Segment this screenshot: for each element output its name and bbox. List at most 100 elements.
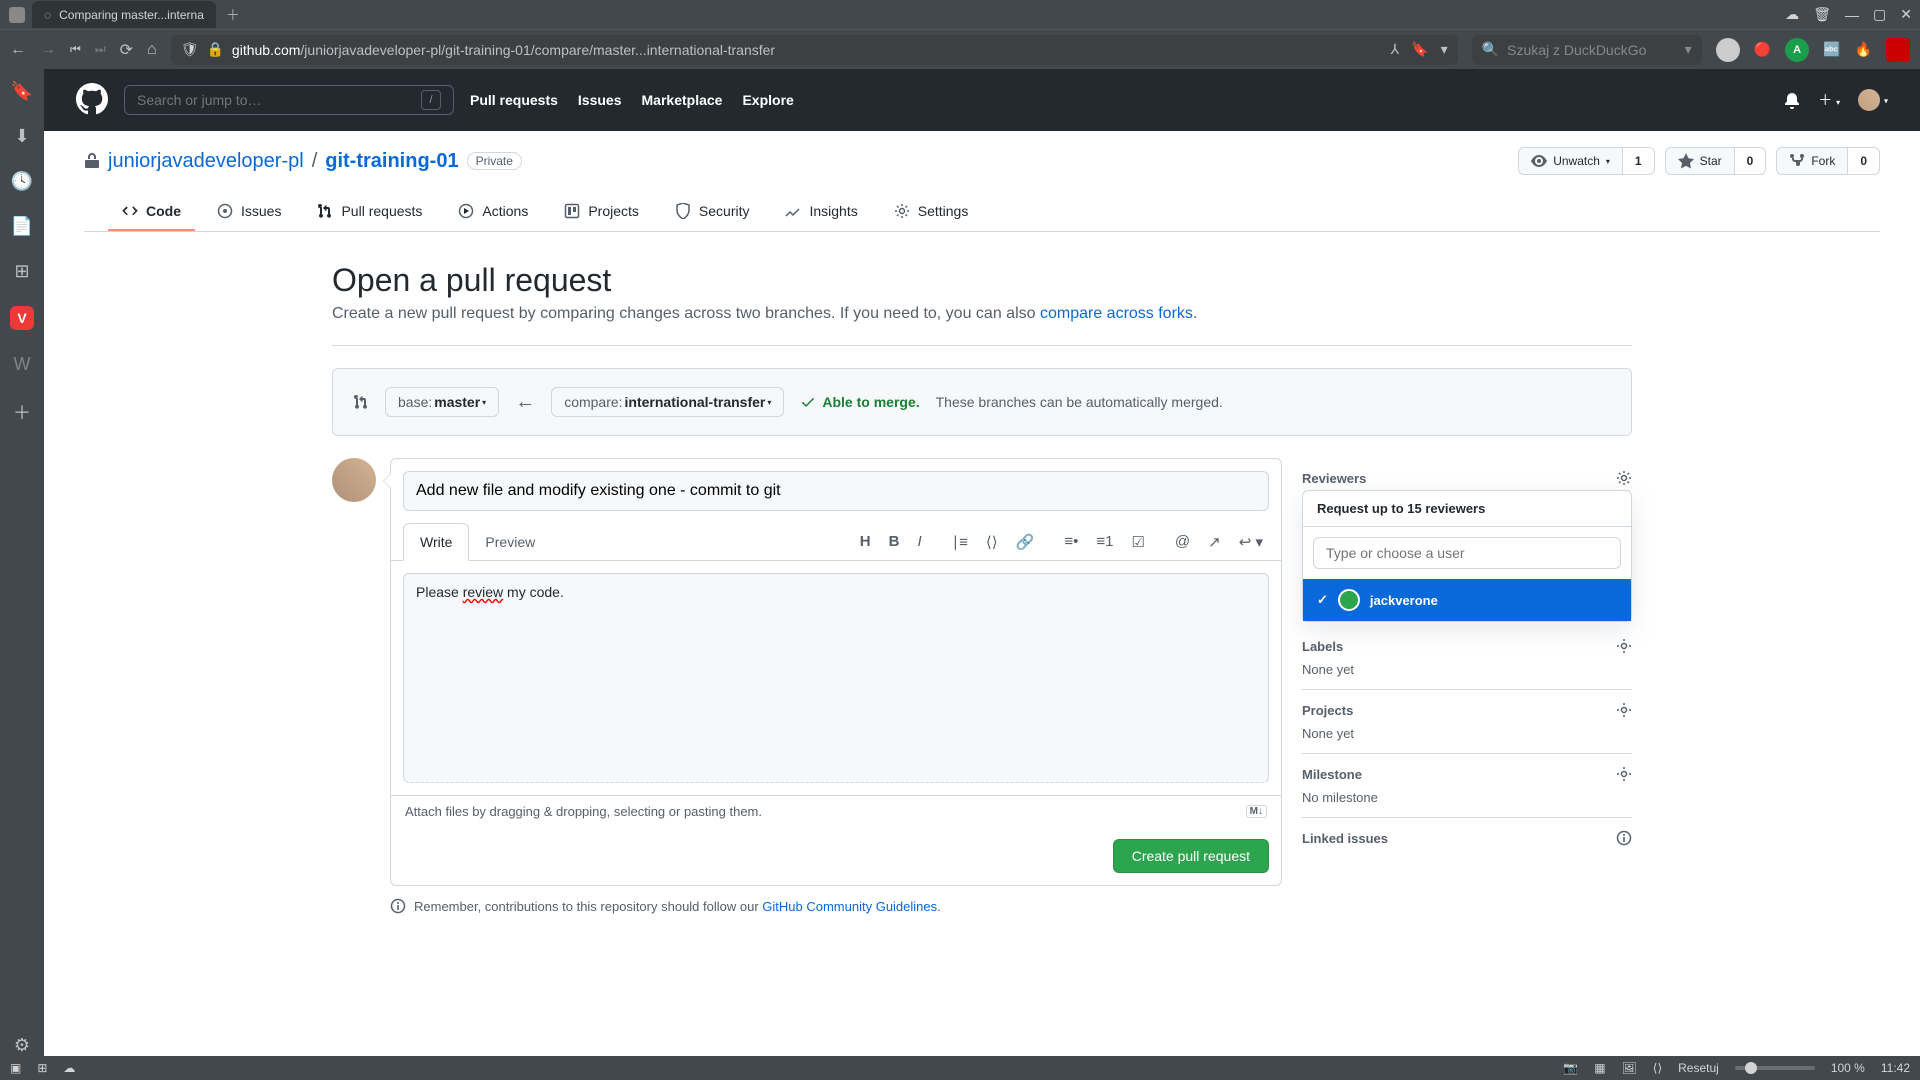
create-pr-button[interactable]: Create pull request (1113, 839, 1269, 873)
cloud-icon[interactable]: ☁ (1785, 6, 1799, 23)
panel-toggle-icon[interactable]: ▣ (10, 1061, 21, 1075)
tab-actions[interactable]: Actions (444, 193, 542, 231)
extension-icon[interactable]: 🔥 (1855, 41, 1872, 58)
extension-icon[interactable] (1886, 38, 1910, 62)
minimize-icon[interactable]: — (1845, 7, 1859, 23)
number-list-icon[interactable]: ≡1 (1096, 533, 1113, 551)
reply-icon[interactable]: ↩ ▾ (1239, 533, 1263, 551)
tab-code[interactable]: Code (108, 193, 195, 231)
settings-icon[interactable]: ⚙ (14, 1035, 30, 1056)
guidelines-link[interactable]: GitHub Community Guidelines (762, 899, 937, 914)
attach-hint[interactable]: Attach files by dragging & dropping, sel… (391, 795, 1281, 827)
github-search[interactable]: / (124, 85, 454, 115)
history-icon[interactable]: 🕓 (11, 171, 33, 192)
github-search-input[interactable] (137, 92, 421, 108)
labels-header[interactable]: Labels (1302, 638, 1632, 654)
star-button[interactable]: Star (1665, 147, 1735, 175)
profile-icon[interactable] (1716, 38, 1740, 62)
reviewer-option[interactable]: ✓ jackverone (1303, 579, 1631, 621)
home-button[interactable]: ⌂ (147, 41, 157, 59)
add-menu[interactable]: ＋ ▾ (1818, 90, 1840, 110)
reset-zoom[interactable]: Resetuj (1678, 1061, 1719, 1075)
notifications-icon[interactable] (1784, 91, 1800, 108)
bookmarks-icon[interactable]: 🔖 (11, 81, 33, 102)
projects-header[interactable]: Projects (1302, 702, 1632, 718)
add-panel-icon[interactable]: ＋ (13, 399, 31, 425)
unwatch-button[interactable]: Unwatch▾ (1518, 147, 1623, 175)
chevron-down-icon[interactable]: ▾ (1441, 41, 1448, 58)
base-branch-button[interactable]: base: master ▾ (385, 387, 499, 417)
zoom-slider[interactable] (1735, 1066, 1815, 1070)
milestone-header[interactable]: Milestone (1302, 766, 1632, 782)
fork-button[interactable]: Fork (1776, 147, 1848, 175)
capture-icon[interactable]: 📷 (1563, 1061, 1578, 1075)
url-bar[interactable]: 🛡 🔒 github.com/juniorjavadeveloper-pl/gi… (171, 35, 1458, 65)
reviewer-search-input[interactable] (1313, 537, 1621, 569)
nav-explore[interactable]: Explore (742, 92, 793, 108)
bookmark-icon[interactable]: 🔖 (1411, 41, 1428, 58)
preview-tab[interactable]: Preview (469, 524, 551, 560)
star-count[interactable]: 0 (1735, 147, 1767, 175)
repo-owner-link[interactable]: juniorjavadeveloper-pl (108, 150, 304, 173)
tab-security[interactable]: Security (661, 193, 764, 231)
tiling-icon[interactable]: ⊞ (37, 1061, 47, 1075)
extension-icon[interactable]: 🔤 (1823, 41, 1840, 58)
chevron-down-icon[interactable]: ▾ (1685, 41, 1692, 58)
maximize-icon[interactable]: ▢ (1873, 6, 1886, 23)
back-button[interactable]: ← (10, 41, 26, 59)
mention-icon[interactable]: @ (1175, 533, 1190, 551)
reviewers-header[interactable]: Reviewers (1302, 470, 1632, 486)
heading-icon[interactable]: H (860, 533, 871, 550)
new-tab-button[interactable]: ＋ (226, 5, 240, 25)
tab-pulls[interactable]: Pull requests (303, 193, 436, 231)
forward-button[interactable]: → (40, 41, 56, 59)
nav-marketplace[interactable]: Marketplace (642, 92, 723, 108)
rewind-button[interactable]: ⏮ (70, 42, 81, 57)
vivaldi-icon[interactable]: V (10, 306, 34, 330)
fork-count[interactable]: 0 (1848, 147, 1880, 175)
translate-icon[interactable]: ⅄ (1391, 41, 1400, 58)
reload-button[interactable]: ⟳ (120, 40, 133, 60)
nav-pulls[interactable]: Pull requests (470, 92, 558, 108)
trash-icon[interactable]: 🗑 (1813, 6, 1831, 23)
window-icon[interactable]: ⊞ (14, 261, 29, 282)
extension-icon[interactable]: 🔴 (1754, 41, 1771, 58)
sync-icon[interactable]: ☁ (63, 1061, 75, 1075)
browser-tab[interactable]: ◌ Comparing master...interna (32, 1, 216, 28)
github-logo-icon[interactable] (76, 83, 108, 118)
watch-count[interactable]: 1 (1623, 147, 1655, 175)
bullet-list-icon[interactable]: ≡• (1064, 533, 1078, 551)
devtools-icon[interactable]: ⟨⟩ (1653, 1061, 1662, 1075)
pr-title-input[interactable] (403, 471, 1269, 511)
linked-issues-header[interactable]: Linked issues (1302, 830, 1632, 846)
compare-branch-button[interactable]: compare: international-transfer ▾ (551, 387, 784, 417)
repo-name-link[interactable]: git-training-01 (325, 150, 458, 172)
italic-icon[interactable]: I (917, 533, 921, 550)
code-icon[interactable]: ⟨⟩ (986, 533, 998, 551)
reference-icon[interactable]: ↗ (1208, 533, 1221, 551)
notes-icon[interactable]: 📄 (11, 216, 33, 237)
screenshot-icon[interactable]: ▦ (1594, 1061, 1605, 1075)
author-avatar[interactable] (332, 458, 376, 502)
bold-icon[interactable]: B (889, 533, 900, 550)
write-tab[interactable]: Write (403, 523, 469, 561)
pr-body-textarea[interactable]: Please review my code. (403, 573, 1269, 783)
tab-issues[interactable]: Issues (203, 193, 295, 231)
wikipedia-icon[interactable]: W (14, 354, 31, 375)
close-icon[interactable]: ✕ (1900, 6, 1912, 23)
downloads-icon[interactable]: ⬇ (14, 126, 29, 147)
nav-issues[interactable]: Issues (578, 92, 622, 108)
task-list-icon[interactable]: ☑ (1131, 533, 1144, 551)
fast-forward-button[interactable]: ⏭ (95, 42, 106, 57)
quote-icon[interactable]: ∣≡ (952, 533, 968, 551)
tab-settings[interactable]: Settings (880, 193, 983, 231)
browser-search[interactable]: 🔍 Szukaj z DuckDuckGo ▾ (1472, 35, 1702, 65)
compare-forks-link[interactable]: compare across forks (1040, 305, 1193, 322)
image-toggle-icon[interactable]: 🖼 (1622, 1061, 1637, 1075)
tab-insights[interactable]: Insights (771, 193, 871, 231)
user-menu[interactable]: ▾ (1858, 89, 1888, 111)
extension-icon[interactable]: A (1785, 38, 1809, 62)
tab-projects[interactable]: Projects (550, 193, 653, 231)
link-icon[interactable]: 🔗 (1016, 533, 1035, 551)
markdown-badge[interactable]: M↓ (1246, 805, 1267, 818)
